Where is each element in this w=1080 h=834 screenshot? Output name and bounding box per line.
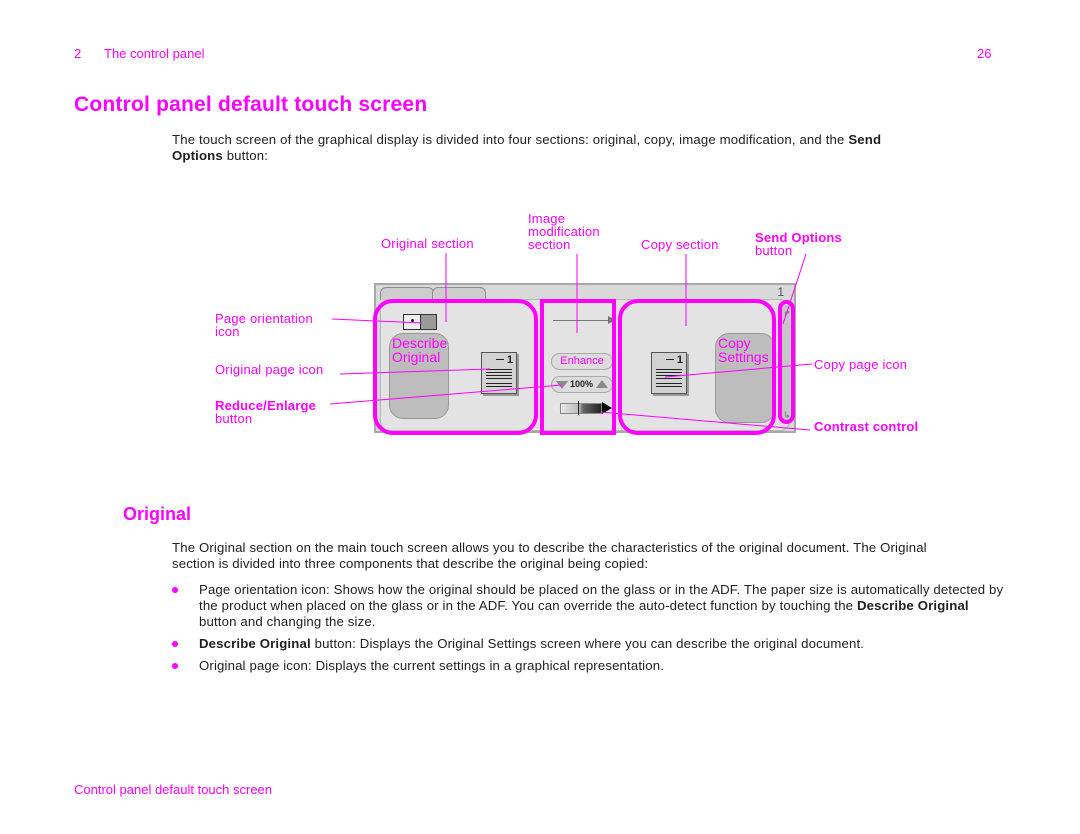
leader-copy-page-icon bbox=[664, 363, 813, 378]
leader-reduce-enlarge bbox=[329, 384, 563, 405]
leader-original-page-icon bbox=[339, 368, 491, 375]
leader-page-orientation bbox=[331, 318, 423, 324]
leader-send-options bbox=[782, 253, 807, 325]
list-item: Original page icon: Displays the current… bbox=[168, 658, 1008, 674]
leader-contrast-control bbox=[599, 411, 811, 431]
original-paragraph: The Original section on the main touch s… bbox=[172, 540, 927, 571]
section-heading-original: Original bbox=[123, 504, 192, 524]
original-bullet-list: Page orientation icon: Shows how the ori… bbox=[168, 582, 1008, 680]
list-item: Page orientation icon: Shows how the ori… bbox=[168, 582, 1008, 630]
list-item: Describe Original button: Displays the O… bbox=[168, 636, 1008, 652]
footer-text: Control panel default touch screen bbox=[74, 782, 273, 797]
leader-lines bbox=[329, 253, 813, 431]
